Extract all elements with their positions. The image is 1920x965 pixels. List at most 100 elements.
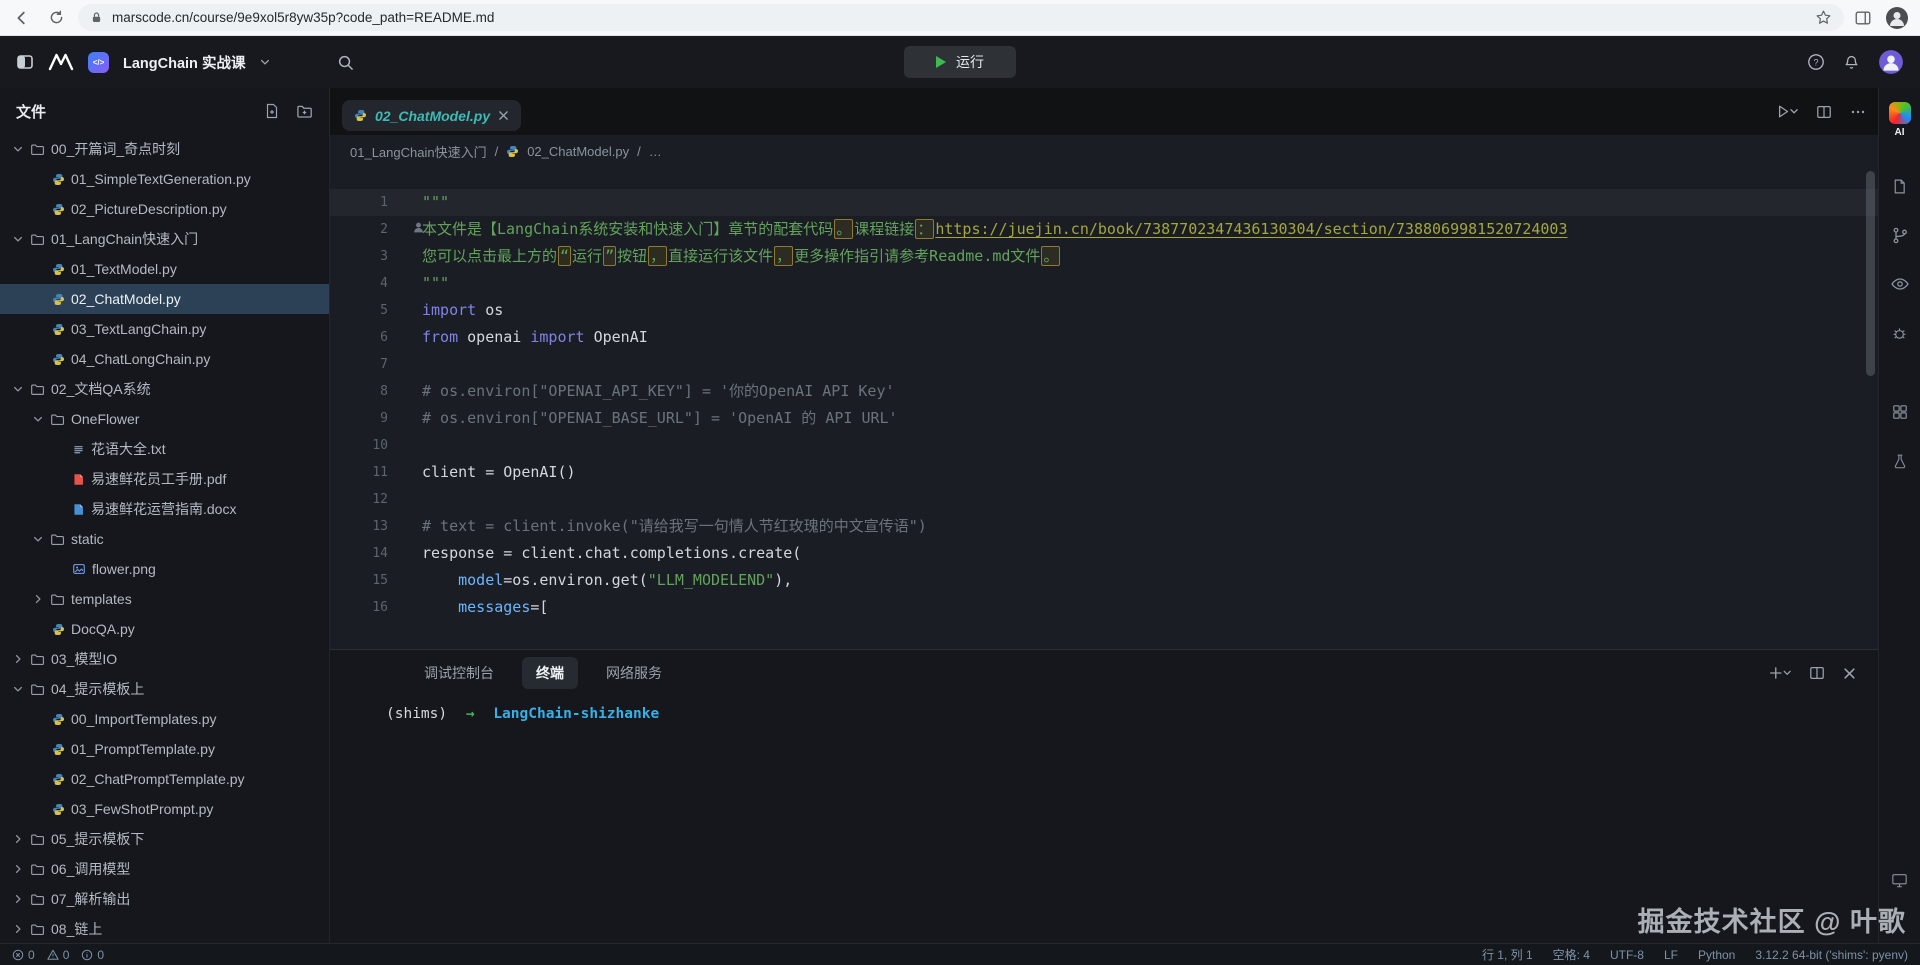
code-line-text	[388, 351, 422, 378]
notifications-bell-icon[interactable]	[1843, 54, 1860, 71]
tree-item-label: 01_TextModel.py	[71, 261, 177, 277]
code-line[interactable]: 7	[330, 351, 1878, 378]
document-icon[interactable]	[1891, 176, 1908, 196]
tree-item[interactable]: 01_TextModel.py	[0, 254, 329, 284]
status-item[interactable]: 行 1, 列 1	[1482, 946, 1533, 963]
bookmark-star-icon[interactable]	[1815, 9, 1832, 26]
refresh-icon[interactable]	[44, 6, 68, 30]
code-line[interactable]: 2本文件是【LangChain系统安装和快速入门】章节的配套代码。课程链接：ht…	[330, 216, 1878, 243]
help-icon[interactable]: ?	[1807, 53, 1825, 71]
code-line[interactable]: 16 messages=[	[330, 594, 1878, 621]
back-icon[interactable]	[10, 6, 34, 30]
editor-tab[interactable]: 02_ChatModel.py	[342, 100, 521, 131]
code-line[interactable]: 15 model=os.environ.get("LLM_MODELEND"),	[330, 567, 1878, 594]
problems-indicator[interactable]: 0 0 0	[12, 948, 104, 962]
code-line[interactable]: 13# text = client.invoke("请给我写一句情人节红玫瑰的中…	[330, 513, 1878, 540]
browser-avatar[interactable]	[1884, 5, 1910, 31]
breadcrumb-folder[interactable]: 01_LangChain快速入门	[350, 142, 487, 161]
split-editor-icon[interactable]	[1816, 104, 1832, 120]
editor-scrollbar[interactable]	[1866, 171, 1875, 376]
tree-item[interactable]: 01_PromptTemplate.py	[0, 734, 329, 764]
search-icon[interactable]	[337, 54, 354, 71]
git-branch-icon[interactable]	[1892, 225, 1908, 245]
code-line[interactable]: 9# os.environ["OPENAI_BASE_URL"] = 'Open…	[330, 405, 1878, 432]
tree-item[interactable]: 02_ChatPromptTemplate.py	[0, 764, 329, 794]
tests-flask-icon[interactable]	[1892, 451, 1908, 471]
text-file-icon	[72, 443, 85, 456]
user-avatar[interactable]	[1878, 49, 1904, 75]
code-line[interactable]: 11client = OpenAI()	[330, 459, 1878, 486]
status-item[interactable]: 3.12.2 64-bit ('shims': pyenv)	[1755, 948, 1908, 962]
layout-toggle-icon[interactable]	[16, 53, 34, 71]
more-actions-icon[interactable]	[1850, 104, 1866, 120]
status-item[interactable]: 空格: 4	[1553, 946, 1590, 963]
code-line[interactable]: 6from openai import OpenAI	[330, 324, 1878, 351]
status-item[interactable]: LF	[1664, 948, 1678, 962]
tree-item[interactable]: 08_链上	[0, 914, 329, 943]
breadcrumb-more[interactable]: …	[649, 144, 662, 159]
ai-assistant-button[interactable]: AI	[1889, 102, 1911, 138]
tree-item[interactable]: 花语大全.txt	[0, 434, 329, 464]
code-line[interactable]: 3您可以点击最上方的“运行”按钮，直接运行该文件，更多操作指引请参考Readme…	[330, 243, 1878, 270]
tree-item[interactable]: 01_LangChain快速入门	[0, 224, 329, 254]
tree-item-label: 04_ChatLongChain.py	[71, 351, 210, 367]
warnings-count: 0	[63, 948, 70, 962]
tree-item[interactable]: 00_ImportTemplates.py	[0, 704, 329, 734]
tree-item[interactable]: static	[0, 524, 329, 554]
tree-item[interactable]: 04_ChatLongChain.py	[0, 344, 329, 374]
terminal-output[interactable]: (shims) → LangChain-shizhanke	[330, 696, 1878, 722]
code-line[interactable]: 12	[330, 486, 1878, 513]
new-folder-icon[interactable]	[296, 103, 313, 120]
browser-sidebar-icon[interactable]	[1854, 9, 1872, 27]
code-line[interactable]: 4"""	[330, 270, 1878, 297]
tree-item[interactable]: 00_开篇词_奇点时刻	[0, 134, 329, 164]
panel-tab[interactable]: 调试控制台	[410, 657, 508, 689]
address-bar[interactable]: marscode.cn/course/9e9xol5r8yw35p?code_p…	[78, 4, 1844, 31]
tree-item[interactable]: 01_SimpleTextGeneration.py	[0, 164, 329, 194]
run-file-icon[interactable]	[1777, 104, 1798, 119]
workspace-name[interactable]: LangChain 实战课	[123, 52, 245, 73]
tree-item[interactable]: 07_解析输出	[0, 884, 329, 914]
code-line[interactable]: 5import os	[330, 297, 1878, 324]
code-editor[interactable]: 1"""2本文件是【LangChain系统安装和快速入门】章节的配套代码。课程链…	[330, 167, 1878, 649]
debug-bug-icon[interactable]	[1891, 323, 1908, 343]
preview-eye-icon[interactable]	[1891, 274, 1909, 294]
tree-item[interactable]: 易速鲜花运营指南.docx	[0, 494, 329, 524]
split-panel-icon[interactable]	[1809, 665, 1825, 681]
tree-item[interactable]: templates	[0, 584, 329, 614]
editor-tabbar: 02_ChatModel.py	[330, 88, 1878, 135]
tree-item[interactable]: 03_模型IO	[0, 644, 329, 674]
python-file-icon	[52, 743, 65, 756]
status-item[interactable]: UTF-8	[1610, 948, 1644, 962]
remote-window-icon[interactable]	[1891, 870, 1908, 890]
breadcrumb-file[interactable]: 02_ChatModel.py	[527, 144, 629, 159]
marscode-logo-icon[interactable]	[48, 52, 74, 72]
code-line[interactable]: 14response = client.chat.completions.cre…	[330, 540, 1878, 567]
url-text: marscode.cn/course/9e9xol5r8yw35p?code_p…	[112, 10, 1806, 25]
code-line[interactable]: 1"""	[330, 189, 1878, 216]
code-line[interactable]: 8# os.environ["OPENAI_API_KEY"] = '你的Ope…	[330, 378, 1878, 405]
tree-item[interactable]: 03_TextLangChain.py	[0, 314, 329, 344]
panel-tab[interactable]: 终端	[522, 657, 578, 689]
tab-close-icon[interactable]	[498, 110, 509, 121]
run-button[interactable]: 运行	[904, 46, 1016, 78]
tree-item[interactable]: 易速鲜花员工手册.pdf	[0, 464, 329, 494]
tree-item[interactable]: 06_调用模型	[0, 854, 329, 884]
panel-tab[interactable]: 网络服务	[592, 657, 676, 689]
code-line[interactable]: 10	[330, 432, 1878, 459]
status-item[interactable]: Python	[1698, 948, 1735, 962]
tree-item[interactable]: 03_FewShotPrompt.py	[0, 794, 329, 824]
extensions-grid-icon[interactable]	[1892, 402, 1908, 422]
new-terminal-icon[interactable]	[1769, 666, 1791, 680]
chevron-down-icon[interactable]	[259, 56, 271, 68]
tree-item[interactable]: 02_ChatModel.py	[0, 284, 329, 314]
tree-item[interactable]: 02_文档QA系统	[0, 374, 329, 404]
tree-item[interactable]: 02_PictureDescription.py	[0, 194, 329, 224]
tree-item[interactable]: OneFlower	[0, 404, 329, 434]
tree-item[interactable]: DocQA.py	[0, 614, 329, 644]
new-file-icon[interactable]	[264, 103, 280, 120]
tree-item[interactable]: 04_提示模板上	[0, 674, 329, 704]
tree-item[interactable]: 05_提示模板下	[0, 824, 329, 854]
close-panel-icon[interactable]	[1843, 667, 1856, 680]
tree-item[interactable]: flower.png	[0, 554, 329, 584]
